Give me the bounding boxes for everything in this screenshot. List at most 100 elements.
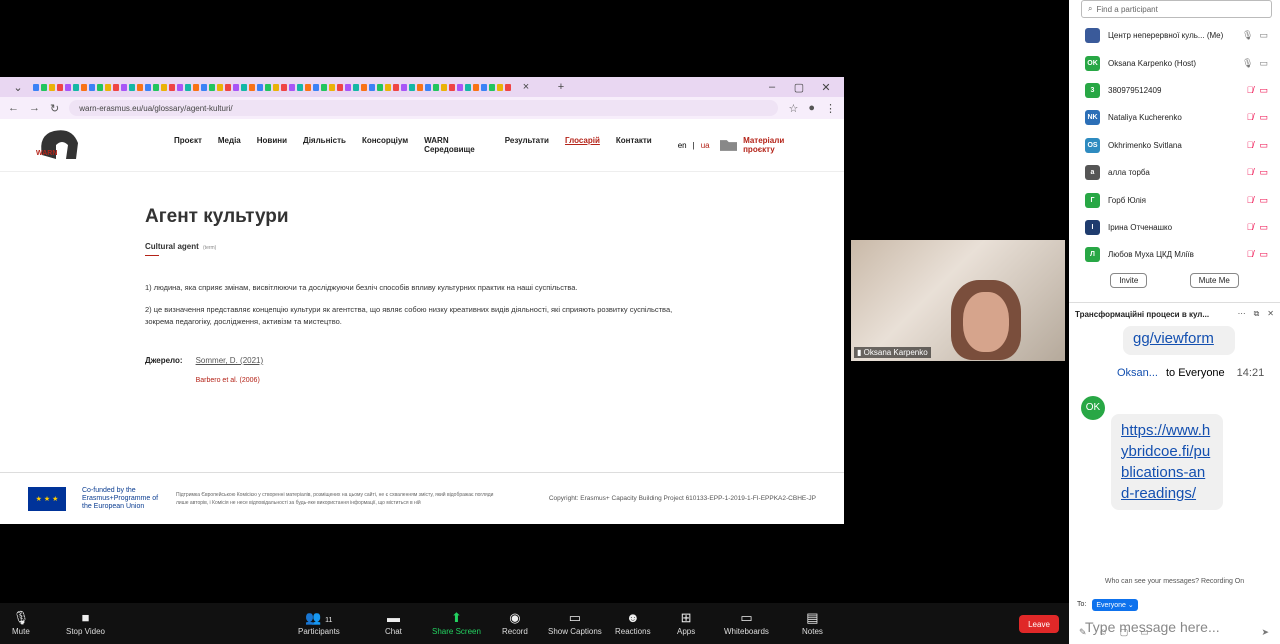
tab-favicon[interactable]	[329, 83, 335, 91]
tab-favicon[interactable]	[457, 83, 463, 91]
participant-row[interactable]: а алла торба 🎙̸ ▭	[1069, 159, 1280, 186]
tab-favicon[interactable]	[129, 83, 135, 91]
tab-favicon[interactable]	[233, 83, 239, 91]
tab-favicon[interactable]	[433, 83, 439, 91]
tab-favicon[interactable]	[401, 83, 407, 91]
tab-favicon[interactable]	[145, 83, 151, 91]
tab-favicon[interactable]	[281, 83, 287, 91]
tab-favicon[interactable]	[489, 83, 495, 91]
tab-favicon[interactable]	[33, 83, 39, 91]
emoji-icon[interactable]: ☺	[1099, 627, 1108, 638]
message-link[interactable]: https://www.hybridcoe.fi/publications-an…	[1111, 413, 1223, 510]
participant-row[interactable]: Г Горб Юлія 🎙̸ ▭	[1069, 186, 1280, 213]
tab-favicon[interactable]	[49, 83, 55, 91]
participant-row[interactable]: 3 380979512409 🎙̸ ▭	[1069, 77, 1280, 104]
reply-icon[interactable]: ⤷	[1119, 554, 1126, 556]
tab-search-icon[interactable]: ⌄	[6, 81, 30, 94]
tab-favicon[interactable]	[449, 83, 455, 91]
nav-item[interactable]: Новини	[257, 136, 287, 154]
tab-favicon[interactable]	[273, 83, 279, 91]
tab-favicon[interactable]	[209, 83, 215, 91]
participant-row[interactable]: Центр неперервної куль... (Me) 🎙 ▭	[1069, 22, 1280, 49]
tab-favicon[interactable]	[65, 83, 71, 91]
previous-message-link[interactable]: gg/viewform	[1123, 325, 1235, 355]
bookmark-star-icon[interactable]: ☆	[788, 102, 798, 115]
share-screen-button[interactable]: ⬆ Share Screen	[432, 609, 481, 636]
find-participant-input[interactable]: ⌕ Find a participant	[1081, 0, 1272, 18]
tab-favicon[interactable]	[441, 83, 447, 91]
notes-button[interactable]: ▤ Notes	[802, 609, 823, 636]
minimize-button[interactable]: –	[760, 81, 784, 93]
who-can-see-notice[interactable]: Who can see your messages? Recording On	[1069, 578, 1280, 585]
participant-row[interactable]: OK Oksana Karpenko (Host) 🎙 ▭	[1069, 49, 1280, 76]
nav-item[interactable]: Проєкт	[174, 136, 202, 154]
tab-favicon[interactable]	[377, 83, 383, 91]
lang-en[interactable]: en	[678, 141, 687, 150]
source-link-2[interactable]: Barbero et al. (2006)	[196, 377, 264, 384]
more-icon[interactable]: ⋯	[1238, 309, 1246, 319]
project-materials-link[interactable]: Матеріали проєкту	[719, 136, 816, 154]
tab-favicon[interactable]	[385, 83, 391, 91]
tab-favicon[interactable]	[57, 83, 63, 91]
chat-button[interactable]: ▬ Chat	[385, 609, 402, 636]
tab-favicon[interactable]	[297, 83, 303, 91]
participant-row[interactable]: Л Любов Муха ЦКД Мліїв 🎙̸ ▭	[1069, 241, 1280, 268]
tab-favicon[interactable]	[417, 83, 423, 91]
tab-favicon[interactable]	[185, 83, 191, 91]
tab-favicon[interactable]	[137, 83, 143, 91]
nav-item[interactable]: Медіа	[218, 136, 241, 154]
tab-favicon[interactable]	[97, 83, 103, 91]
tab-favicon[interactable]	[81, 83, 87, 91]
tab-favicon[interactable]	[305, 83, 311, 91]
tab-favicon[interactable]	[121, 83, 127, 91]
invite-button[interactable]: Invite	[1110, 272, 1148, 288]
tab-favicons[interactable]	[33, 83, 511, 91]
apps-button[interactable]: ⊞ Apps	[677, 609, 695, 636]
tab-favicon[interactable]	[265, 83, 271, 91]
url-field[interactable]: warn-erasmus.eu/ua/glossary/agent-kultur…	[69, 100, 779, 116]
participant-row[interactable]: OS Okhrimenko Svitlana 🎙̸ ▭	[1069, 132, 1280, 159]
tab-favicon[interactable]	[337, 83, 343, 91]
file-icon[interactable]: ▢	[1120, 627, 1129, 638]
source-link-1[interactable]: Sommer, D. (2021)	[196, 356, 264, 365]
participant-row[interactable]: І Ірина Отченашко 🎙̸ ▭	[1069, 214, 1280, 241]
profile-icon[interactable]: ●	[808, 102, 815, 114]
participant-video-tile[interactable]: ▮ Oksana Karpenko	[851, 240, 1065, 361]
screenshot-icon[interactable]: ▭	[1140, 627, 1149, 638]
tab-favicon[interactable]	[289, 83, 295, 91]
tab-favicon[interactable]	[369, 83, 375, 91]
leave-button[interactable]: Leave	[1019, 615, 1059, 633]
tab-favicon[interactable]	[113, 83, 119, 91]
restore-button[interactable]: ▢	[787, 81, 811, 94]
tab-favicon[interactable]	[393, 83, 399, 91]
tab-favicon[interactable]	[361, 83, 367, 91]
tab-favicon[interactable]	[89, 83, 95, 91]
tab-favicon[interactable]	[241, 83, 247, 91]
recipient-dropdown[interactable]: Everyone ⌄	[1092, 598, 1138, 611]
emoji-reaction-icon[interactable]: ☺	[1136, 554, 1148, 556]
nav-item[interactable]: Результати	[505, 136, 549, 154]
message-sender[interactable]: Oksan...	[1117, 367, 1158, 379]
participant-row[interactable]: NK Nataliya Kucherenko 🎙̸ ▭	[1069, 104, 1280, 131]
tab-favicon[interactable]	[249, 83, 255, 91]
tab-favicon[interactable]	[225, 83, 231, 91]
tab-favicon[interactable]	[481, 83, 487, 91]
forward-icon[interactable]: →	[29, 102, 40, 114]
tab-favicon[interactable]	[465, 83, 471, 91]
show-captions-button[interactable]: ▭ Show Captions	[548, 609, 602, 636]
format-icon[interactable]: ✎	[1079, 627, 1087, 638]
warn-logo[interactable]: WARN	[32, 125, 84, 165]
close-icon[interactable]: ✕	[1267, 309, 1274, 319]
tab-favicon[interactable]	[313, 83, 319, 91]
send-icon[interactable]: ➤	[1261, 627, 1269, 638]
tab-favicon[interactable]	[193, 83, 199, 91]
tab-favicon[interactable]	[345, 83, 351, 91]
tab-favicon[interactable]	[153, 83, 159, 91]
tab-favicon[interactable]	[497, 83, 503, 91]
popout-icon[interactable]: ⧉	[1254, 309, 1260, 319]
tab-favicon[interactable]	[169, 83, 175, 91]
nav-item[interactable]: WARN Середовище	[424, 136, 489, 154]
lang-ua[interactable]: ua	[701, 141, 710, 150]
tab-favicon[interactable]	[73, 83, 79, 91]
mute-button[interactable]: 🎙 Mute	[12, 609, 30, 636]
